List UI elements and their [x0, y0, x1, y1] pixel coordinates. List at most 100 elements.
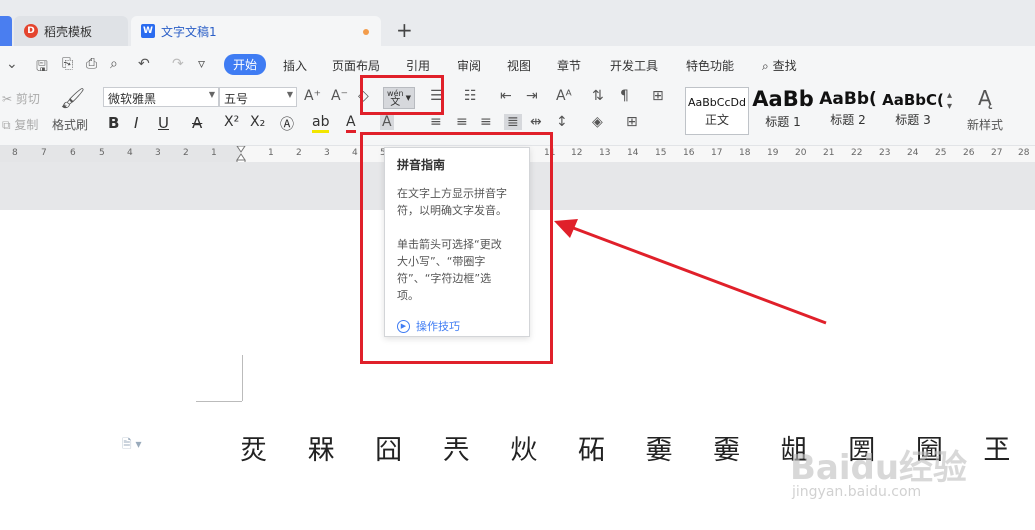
underline-icon[interactable]: U [158, 114, 169, 132]
styles-scroll-icon[interactable]: ▴ ▾ [947, 90, 952, 112]
redo-icon[interactable]: ↷ [172, 56, 184, 72]
align-center-icon[interactable]: ≡ [456, 114, 468, 130]
margin-corner-mark [242, 355, 243, 401]
superscript-icon[interactable]: X² [224, 114, 239, 130]
style-label: 正文 [704, 113, 729, 127]
increase-indent-icon[interactable]: ⇥ [526, 88, 538, 104]
char-shading-icon[interactable]: A [380, 114, 394, 130]
format-painter-icon[interactable]: 🖌 [60, 86, 85, 110]
menu-developer[interactable]: 开发工具 [610, 57, 658, 74]
new-style-icon[interactable]: Ą [978, 86, 992, 110]
tab-document[interactable]: W 文字文稿1 [131, 16, 381, 46]
writer-logo-icon: W [141, 24, 155, 38]
ruler-tick: 18 [739, 148, 751, 158]
style-normal[interactable]: AaBbCcDd 正文 [685, 87, 749, 135]
ruler-tick: 6 [70, 148, 76, 158]
text-effect-icon[interactable]: Ⓐ [280, 114, 294, 134]
font-name-value: 微软雅黑 [108, 92, 157, 106]
align-left-icon[interactable]: ≡ [430, 114, 442, 130]
style-heading-1[interactable]: AaBb 标题 1 [752, 87, 814, 135]
new-tab-plus-icon[interactable]: + [396, 18, 413, 42]
tab-label: 稻壳模板 [44, 24, 93, 39]
ruler-tick: 12 [571, 148, 583, 158]
menu-search[interactable]: ⌕ 查找 [762, 57, 797, 74]
highlight-icon[interactable]: ab [312, 114, 330, 133]
align-right-icon[interactable]: ≡ [480, 114, 492, 130]
undo-icon[interactable]: ↶ [138, 56, 150, 72]
ruler-tick: 27 [991, 148, 1003, 158]
watermark: Baidu经验 [790, 448, 968, 488]
style-sample: AaBb( [819, 89, 877, 109]
distribute-icon[interactable]: ⇹ [530, 114, 542, 130]
menu-features[interactable]: 特色功能 [686, 57, 734, 74]
ruler-tick: 3 [324, 148, 330, 158]
new-style-button[interactable]: 新样式 [967, 116, 1003, 133]
style-heading-2[interactable]: AaBb( 标题 2 [817, 87, 879, 135]
ruler-tick: 5 [99, 148, 105, 158]
chevron-down-icon: ▼ [208, 90, 215, 99]
bold-icon[interactable]: B [108, 114, 119, 132]
menu-view[interactable]: 视图 [507, 57, 531, 74]
print-icon[interactable]: ⎙ [86, 56, 97, 72]
ruler-tick: 26 [963, 148, 975, 158]
search-icon: ⌕ [762, 59, 769, 73]
tab-docer-templates[interactable]: D 稻壳模板 [14, 16, 128, 46]
style-label: 标题 1 [765, 115, 801, 129]
save-icon[interactable]: 🖫 [36, 56, 48, 80]
justify-icon[interactable]: ≣ [504, 114, 522, 130]
ruler-tick: 19 [767, 148, 779, 158]
font-color-icon[interactable]: A [346, 114, 356, 133]
borders-icon[interactable]: ⊞ [626, 114, 638, 130]
home-tab-edge[interactable] [0, 16, 12, 46]
ruler-tick: 16 [683, 148, 695, 158]
annotation-box-tooltip [360, 132, 553, 364]
sort-icon[interactable]: ⇅ [592, 88, 604, 104]
change-case-icon[interactable]: Aᴬ [556, 88, 572, 104]
annotation-box-button [360, 75, 444, 115]
menu-chapter[interactable]: 章节 [557, 57, 581, 74]
export-icon[interactable]: ⎘ [62, 56, 73, 72]
show-marks-icon[interactable]: ¶ [620, 88, 629, 104]
grow-font-icon[interactable]: A⁺ [304, 88, 321, 104]
line-spacing-icon[interactable]: ↕ [556, 114, 568, 130]
menu-home[interactable]: 开始 [224, 54, 267, 75]
ruler-tick: 4 [127, 148, 133, 158]
format-painter-label[interactable]: 格式刷 [52, 116, 88, 133]
paragraph-handle-icon[interactable]: 🗎 ▾ [122, 435, 142, 456]
ruler-tick: 1 [268, 148, 274, 158]
menu-review[interactable]: 审阅 [457, 57, 481, 74]
font-size-select[interactable]: 五号 ▼ [219, 87, 297, 107]
annotation-arrow-icon [554, 219, 827, 325]
margin-corner-mark [196, 401, 242, 402]
italic-icon[interactable]: I [134, 114, 138, 132]
ruler-tick: 24 [907, 148, 919, 158]
ruler-tick: 2 [183, 148, 189, 158]
collapse-chevron-icon[interactable]: ⌄ [6, 56, 18, 72]
ruler-tick: 4 [352, 148, 358, 158]
ruler-tick: 17 [711, 148, 723, 158]
table-grid-icon[interactable]: ⊞ [652, 88, 664, 104]
ruler-tick: 13 [599, 148, 611, 158]
tab-label: 文字文稿1 [161, 24, 217, 39]
search-label: 查找 [772, 59, 797, 73]
font-name-select[interactable]: 微软雅黑 ▼ [103, 87, 219, 107]
copy-label: 复制 [14, 118, 39, 132]
subscript-icon[interactable]: X₂ [250, 114, 265, 130]
style-label: 标题 2 [830, 113, 866, 127]
shading-fill-icon[interactable]: ◈ [592, 114, 603, 130]
style-sample: AaBbC( [882, 91, 944, 109]
print-preview-icon[interactable]: ⌕ [110, 56, 118, 72]
strikethrough-icon[interactable]: A [192, 114, 202, 132]
menu-layout[interactable]: 页面布局 [332, 57, 380, 74]
decrease-indent-icon[interactable]: ⇤ [500, 88, 512, 104]
style-heading-3[interactable]: AaBbC( 标题 3 [882, 87, 944, 135]
customize-icon[interactable]: ▿ [198, 56, 205, 72]
menu-insert[interactable]: 插入 [283, 57, 307, 74]
cut-button[interactable]: ✂ 剪切 [2, 90, 40, 107]
ruler-tick: 21 [823, 148, 835, 158]
shrink-font-icon[interactable]: A⁻ [331, 88, 348, 104]
copy-button[interactable]: ⧉ 复制 [2, 116, 38, 133]
numbered-list-icon[interactable]: ☷ [464, 88, 477, 104]
style-sample: AaBb [752, 87, 814, 111]
menu-references[interactable]: 引用 [406, 57, 430, 74]
